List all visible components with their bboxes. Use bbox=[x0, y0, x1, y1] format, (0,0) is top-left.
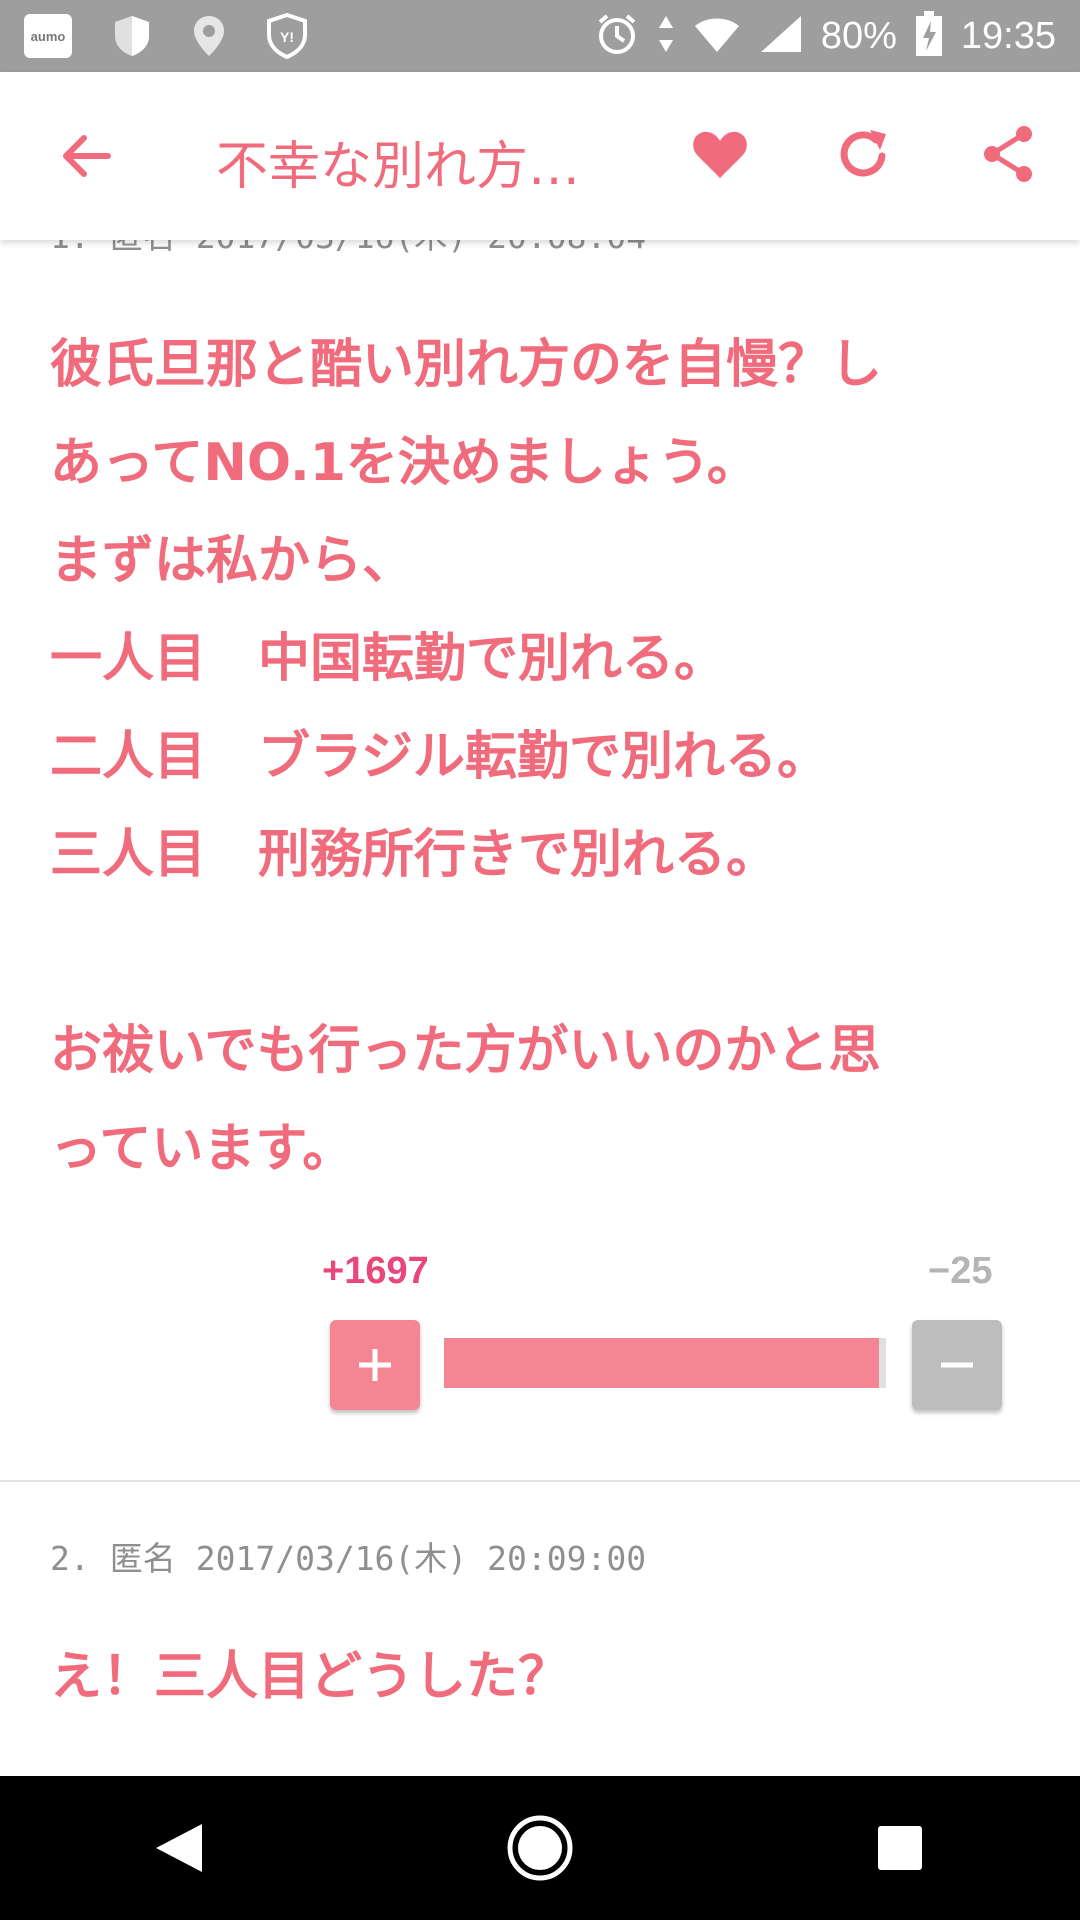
minus-count: −25 bbox=[928, 1250, 993, 1292]
post-author: 匿名 bbox=[110, 240, 176, 256]
post-line: 二人目 ブラジル転勤で別れる。 bbox=[50, 727, 829, 787]
post-line: 一人目 中国転勤で別れる。 bbox=[50, 629, 727, 689]
post-number: 2. bbox=[50, 1539, 90, 1578]
post-meta: 1. 匿名 2017/03/16(木) 20:08:04 bbox=[50, 240, 666, 258]
post-number: 1. bbox=[50, 240, 90, 256]
vote-ratio-bar bbox=[444, 1338, 886, 1388]
refresh-button[interactable] bbox=[836, 124, 892, 184]
alarm-icon bbox=[595, 12, 639, 60]
post-line: お祓いでも行った方がいいのかと思 bbox=[50, 1021, 881, 1081]
page-title: 不幸な別れ方… bbox=[216, 137, 581, 197]
share-button[interactable] bbox=[980, 124, 1036, 184]
post-time: 20:08:04 bbox=[487, 240, 646, 256]
thread-content[interactable]: 1. 匿名 2017/03/16(木) 20:08:04 彼氏旦那と酷い別れ方のを自慢… bbox=[0, 240, 1080, 1776]
clock: 19:35 bbox=[960, 14, 1056, 57]
battery-charging-icon bbox=[915, 11, 943, 61]
refresh-icon bbox=[840, 130, 886, 177]
post-line: 三人目 刑務所行きで別れる。 bbox=[50, 825, 779, 885]
vote-ratio-fill bbox=[444, 1338, 880, 1388]
post-meta: 2. 匿名 2017/03/16(木) 20:09:00 bbox=[50, 1532, 666, 1580]
minus-vote-button[interactable] bbox=[912, 1320, 1002, 1410]
battery-percentage: 80% bbox=[820, 14, 897, 57]
post-line: まずは私から、 bbox=[50, 531, 415, 591]
plus-vote-button[interactable] bbox=[330, 1320, 420, 1410]
minus-icon bbox=[941, 1362, 973, 1368]
post-body: え！三人目どうした？ bbox=[50, 1628, 1040, 1726]
post-author: 匿名 bbox=[109, 1539, 176, 1578]
nav-home-button[interactable] bbox=[495, 1803, 585, 1893]
plus-icon bbox=[359, 1349, 391, 1381]
nav-recents-button[interactable] bbox=[855, 1803, 945, 1893]
triangle-back-icon bbox=[156, 1824, 202, 1872]
arrow-left-icon bbox=[63, 135, 111, 177]
back-button[interactable] bbox=[56, 126, 116, 186]
vote-area: +1697 −25 bbox=[0, 1250, 1080, 1410]
app-bar: 不幸な別れ方… bbox=[0, 72, 1080, 240]
post-line: 彼氏旦那と酷い別れ方のを自慢？し bbox=[50, 335, 883, 395]
post-body: 彼氏旦那と酷い別れ方のを自慢？し あってNO.1を決めましょう。 まずは私から、… bbox=[50, 316, 1040, 1198]
favorite-button[interactable] bbox=[690, 124, 750, 184]
share-icon bbox=[984, 126, 1032, 182]
svg-text:Y!: Y! bbox=[280, 29, 294, 45]
post-time: 20:09:00 bbox=[487, 1539, 647, 1578]
cell-signal-icon bbox=[759, 14, 803, 58]
data-transfer-icon bbox=[657, 14, 675, 58]
post-line: え！三人目どうした？ bbox=[50, 1647, 571, 1707]
post-date: 2017/03/16(木) bbox=[195, 1539, 468, 1578]
post-divider bbox=[0, 1480, 1080, 1482]
system-navigation-bar bbox=[0, 1776, 1080, 1920]
plus-count: +1697 bbox=[322, 1250, 429, 1292]
app-notification-badge: aumo bbox=[24, 14, 72, 58]
wifi-icon bbox=[693, 14, 741, 58]
post-line: っています。 bbox=[50, 1119, 355, 1179]
heart-icon bbox=[693, 131, 747, 178]
home-circle-icon bbox=[507, 1815, 573, 1881]
nav-back-button[interactable] bbox=[135, 1803, 225, 1893]
post-line: あってNO.1を決めましょう。 bbox=[50, 433, 759, 493]
location-icon bbox=[192, 14, 226, 58]
status-bar: aumo Y! 80% 19:35 bbox=[0, 0, 1080, 72]
yahoo-shield-icon: Y! bbox=[266, 13, 308, 59]
shield-icon bbox=[112, 14, 152, 58]
post-line bbox=[50, 904, 1040, 1002]
square-recents-icon bbox=[878, 1826, 922, 1870]
post-date: 2017/03/16(木) bbox=[196, 240, 467, 256]
